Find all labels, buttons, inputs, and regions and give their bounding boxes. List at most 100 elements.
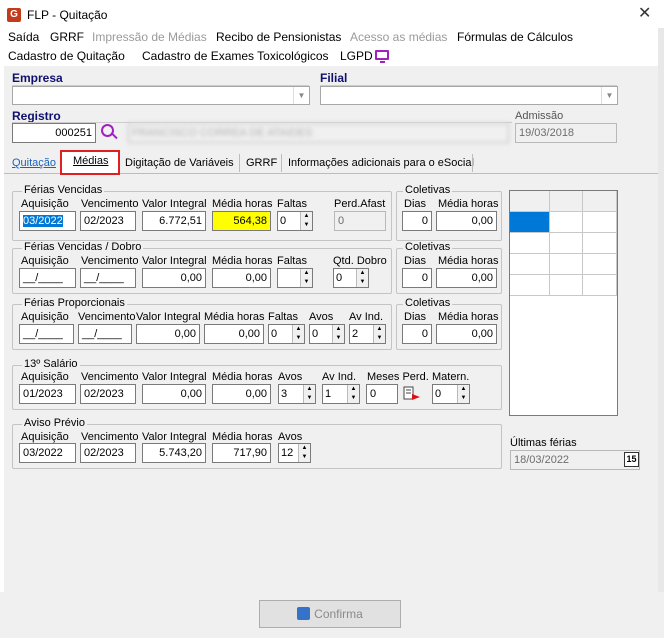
- file-arrow-icon[interactable]: [403, 386, 421, 402]
- ap-media-input[interactable]: 717,90: [212, 443, 271, 463]
- grid-cell[interactable]: [550, 233, 583, 254]
- dt-aquisicao-input[interactable]: 01/2023: [19, 384, 76, 404]
- grid-cell[interactable]: [510, 254, 550, 275]
- coletivas-dias-input[interactable]: 0: [402, 211, 432, 231]
- grid-cell[interactable]: [510, 233, 550, 254]
- vencimento-label: Vencimento: [81, 255, 139, 267]
- registro-input[interactable]: 000251: [12, 123, 96, 143]
- stepper-arrows-icon[interactable]: ▲ ▼: [292, 325, 304, 343]
- stepper-arrows-icon[interactable]: ▲ ▼: [300, 212, 312, 230]
- window-title: FLP - Quitação: [27, 8, 108, 22]
- stepper-arrows-icon[interactable]: ▲ ▼: [347, 385, 359, 403]
- ap-vencimento-input[interactable]: 02/2023: [80, 443, 136, 463]
- grid-cell[interactable]: [550, 275, 583, 296]
- fp-media-input[interactable]: 0,00: [204, 324, 264, 344]
- fd-valor-input[interactable]: 0,00: [142, 268, 206, 288]
- admissao-label: Admissão: [515, 110, 564, 122]
- empresa-select[interactable]: ▼: [12, 86, 310, 105]
- filial-label: Filial: [320, 71, 348, 85]
- grid-cell[interactable]: [583, 233, 617, 254]
- menu-cadastro-quitacao[interactable]: Cadastro de Quitação: [8, 49, 125, 63]
- ap-aquisicao-input[interactable]: 03/2022: [19, 443, 76, 463]
- ferias-dobro-title: Férias Vencidas / Dobro: [22, 241, 144, 253]
- calendar-icon[interactable]: 15: [624, 452, 639, 467]
- confirma-button[interactable]: Confirma: [259, 600, 401, 628]
- close-icon[interactable]: ✕: [638, 3, 651, 23]
- fp-faltas-stepper[interactable]: 0 ▲ ▼: [268, 324, 305, 344]
- grid-cell[interactable]: [583, 275, 617, 296]
- monitor-icon[interactable]: [375, 50, 389, 60]
- perd-afast-label: Perd.Afast: [334, 198, 386, 210]
- menu-grrf[interactable]: GRRF: [50, 30, 84, 44]
- valor-integral-label: Valor Integral: [136, 311, 201, 323]
- coletivas-media-input[interactable]: 0,00: [436, 268, 497, 288]
- coletivas-media-input[interactable]: 0,00: [436, 211, 497, 231]
- tab-medias[interactable]: Médias: [73, 155, 108, 167]
- fd-media-input[interactable]: 0,00: [212, 268, 271, 288]
- fv-faltas-stepper[interactable]: 0 ▲ ▼: [277, 211, 313, 231]
- grid-cell[interactable]: [550, 212, 583, 233]
- stepper-arrows-icon[interactable]: ▲ ▼: [457, 385, 469, 403]
- vencimento-label: Vencimento: [81, 431, 139, 443]
- aquisicao-label: Aquisição: [21, 431, 69, 443]
- media-horas-label: Média horas: [438, 311, 499, 323]
- dt-valor-input[interactable]: 0,00: [142, 384, 206, 404]
- dt-media-input[interactable]: 0,00: [212, 384, 271, 404]
- coletivas-media-input[interactable]: 0,00: [436, 324, 497, 344]
- aviso-previo-title: Aviso Prévio: [22, 417, 87, 429]
- menu-formulas-calculos[interactable]: Fórmulas de Cálculos: [457, 30, 573, 44]
- fp-valor-input[interactable]: 0,00: [136, 324, 200, 344]
- tab-grrf[interactable]: GRRF: [246, 157, 277, 169]
- tab-quitacao[interactable]: Quitação: [12, 157, 56, 169]
- grid-cell[interactable]: [550, 254, 583, 275]
- fd-qtd-dobro-stepper[interactable]: 0 ▲ ▼: [333, 268, 369, 288]
- employee-name-field: FRANCISCO CORREA DE ATAIDES: [128, 123, 509, 143]
- fp-aquisicao-input[interactable]: __/____: [19, 324, 74, 344]
- ap-avos-stepper[interactable]: 12 ▲ ▼: [278, 443, 311, 463]
- dt-avos-stepper[interactable]: 3 ▲ ▼: [278, 384, 316, 404]
- dias-label: Dias: [404, 311, 427, 323]
- menu-recibo-pensionistas[interactable]: Recibo de Pensionistas: [216, 30, 341, 44]
- fv-valor-input[interactable]: 6.772,51: [142, 211, 206, 231]
- tab-digitacao-variaveis[interactable]: Digitação de Variáveis: [125, 157, 234, 169]
- ap-valor-input[interactable]: 5.743,20: [142, 443, 206, 463]
- dt-meses-perd-input[interactable]: 0: [366, 384, 398, 404]
- stepper-arrows-icon[interactable]: ▲ ▼: [332, 325, 344, 343]
- filial-select[interactable]: ▼: [320, 86, 618, 105]
- valor-integral-label: Valor Integral: [142, 431, 207, 443]
- fp-vencimento-input[interactable]: __/____: [78, 324, 132, 344]
- confirma-label: Confirma: [314, 607, 363, 621]
- matern-label: Matern.: [432, 371, 470, 383]
- dt-vencimento-input[interactable]: 02/2023: [80, 384, 136, 404]
- media-horas-label: Média horas: [212, 431, 273, 443]
- coletivas-dias-input[interactable]: 0: [402, 324, 432, 344]
- stepper-arrows-icon[interactable]: ▲ ▼: [300, 269, 312, 287]
- dt-av-ind-stepper[interactable]: 1 ▲ ▼: [322, 384, 360, 404]
- avos-label: Avos: [278, 371, 303, 383]
- tab-informacoes-esocial[interactable]: Informações adicionais para o eSocial: [288, 157, 474, 169]
- faltas-label: Faltas: [277, 255, 307, 267]
- menu-saida[interactable]: Saída: [8, 30, 39, 44]
- fv-vencimento-input[interactable]: 02/2023: [80, 211, 136, 231]
- grid-cell[interactable]: [583, 212, 617, 233]
- menu-lgpd[interactable]: LGPD: [340, 49, 373, 63]
- fd-aquisicao-input[interactable]: __/____: [19, 268, 76, 288]
- stepper-arrows-icon[interactable]: ▲ ▼: [303, 385, 315, 403]
- stepper-arrows-icon[interactable]: ▲ ▼: [373, 325, 385, 343]
- fv-aquisicao-input[interactable]: 03/2022: [19, 211, 76, 231]
- fd-vencimento-input[interactable]: __/____: [80, 268, 136, 288]
- dt-matern-stepper[interactable]: 0 ▲ ▼: [432, 384, 470, 404]
- stepper-arrows-icon[interactable]: ▲ ▼: [356, 269, 368, 287]
- fp-avos-stepper[interactable]: 0 ▲ ▼: [309, 324, 345, 344]
- fd-faltas-stepper[interactable]: ▲ ▼: [277, 268, 313, 288]
- grid-cell[interactable]: [583, 254, 617, 275]
- coletivas-dias-input[interactable]: 0: [402, 268, 432, 288]
- stepper-arrows-icon[interactable]: ▲ ▼: [298, 444, 310, 462]
- fv-media-input[interactable]: 564,38: [212, 211, 271, 231]
- avos-label: Avos: [309, 311, 334, 323]
- chevron-down-icon: ▼: [601, 87, 617, 104]
- menu-cadastro-exames[interactable]: Cadastro de Exames Toxicológicos: [142, 49, 329, 63]
- grid-cell-selected[interactable]: [510, 212, 550, 233]
- grid-cell[interactable]: [510, 275, 550, 296]
- fp-av-ind-stepper[interactable]: 2 ▲ ▼: [349, 324, 386, 344]
